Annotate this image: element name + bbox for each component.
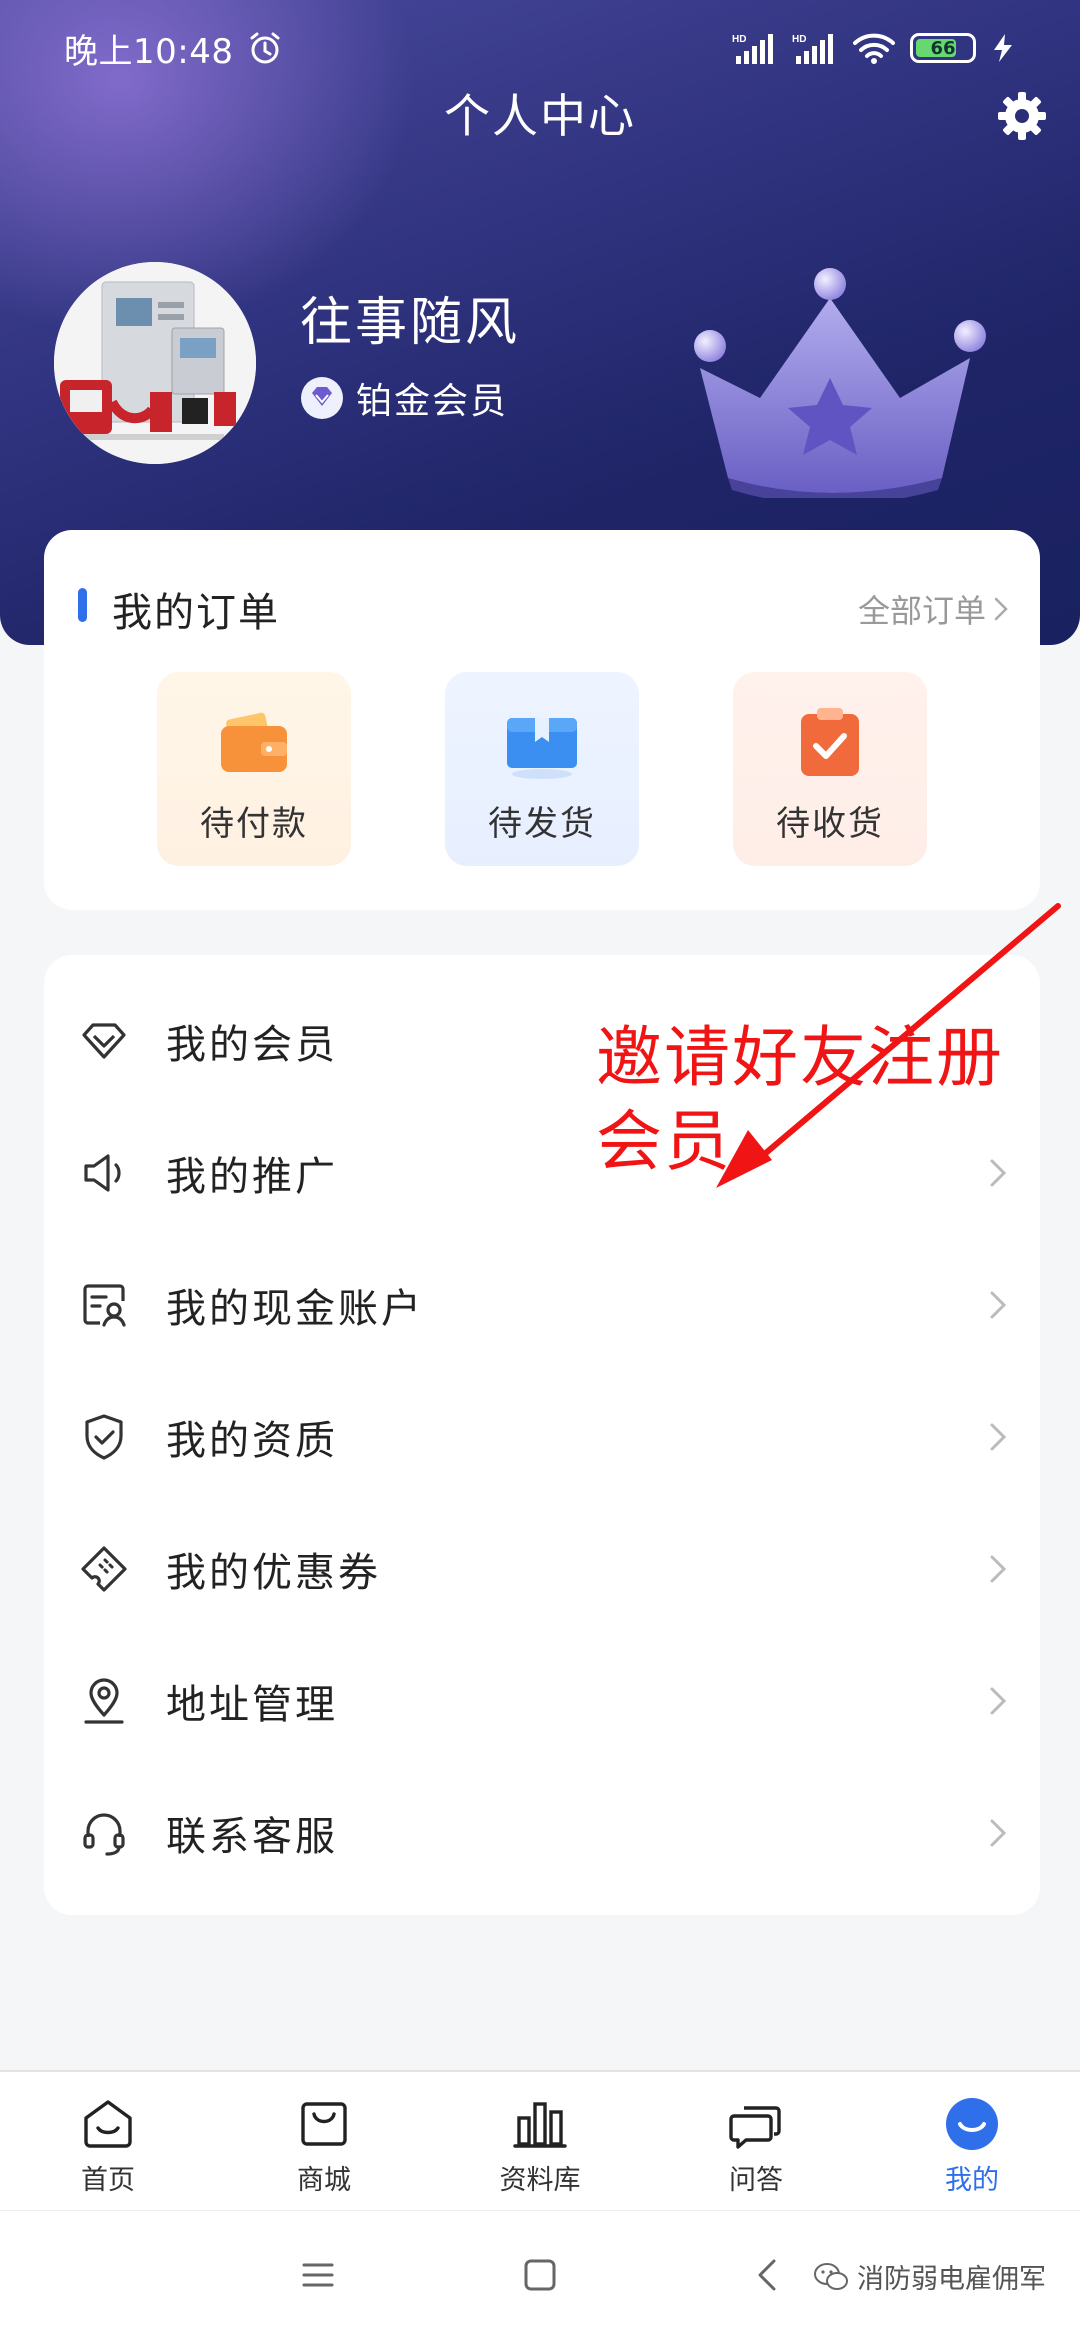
- crown-icon: [694, 268, 986, 498]
- annotation-line-2: 会员: [596, 1103, 732, 1180]
- order-tile-label: 待发货: [488, 804, 596, 844]
- order-tile-label: 待付款: [200, 804, 308, 844]
- tab-label: 问答: [729, 2165, 783, 2196]
- status-time: 晚上10:48: [64, 31, 234, 72]
- menu-item-cash-account[interactable]: 我的现金账户: [44, 1239, 1040, 1371]
- menu-item-qualification[interactable]: 我的资质: [44, 1371, 1040, 1503]
- tab-shop[interactable]: 商城: [216, 2072, 432, 2210]
- signal-icon: HD: [732, 34, 773, 64]
- chevron-right-icon: [990, 1555, 1007, 1583]
- order-tile-pending-receipt[interactable]: 待收货: [733, 672, 927, 866]
- chevron-right-icon: [990, 1423, 1007, 1451]
- menu-item-coupons[interactable]: 我的优惠券: [44, 1503, 1040, 1635]
- wallet-icon: [221, 712, 287, 772]
- watermark: 消防弱电雇佣军: [813, 2257, 1046, 2296]
- order-tile-pending-shipment[interactable]: 待发货: [445, 672, 639, 866]
- chevron-right-icon: [994, 597, 1008, 621]
- clipboard-check-icon: [801, 708, 859, 776]
- back-chevron-icon[interactable]: [748, 2255, 788, 2295]
- chevron-right-icon: [990, 1291, 1007, 1319]
- diamond-icon: [82, 1023, 126, 1059]
- settings-gear-icon[interactable]: [994, 88, 1050, 144]
- member-level-label: 铂金会员: [356, 381, 509, 422]
- order-tile-pending-payment[interactable]: 待付款: [157, 672, 351, 866]
- home-icon: [84, 2100, 132, 2148]
- network-label-2: HD: [792, 34, 806, 45]
- tab-library[interactable]: 资料库: [432, 2072, 648, 2210]
- orders-title: 我的订单: [112, 590, 280, 636]
- network-label-1: HD: [732, 34, 746, 45]
- wifi-icon: [853, 33, 895, 64]
- orders-card: 我的订单 全部订单 待付款 待发货 待收货: [44, 530, 1040, 910]
- watermark-text: 消防弱电雇佣军: [857, 2264, 1046, 2295]
- avatar-product-image: [54, 262, 256, 464]
- username: 往事随风: [300, 293, 521, 353]
- coupon-icon: [81, 1546, 127, 1592]
- menu-item-address[interactable]: 地址管理: [44, 1635, 1040, 1767]
- battery-level: 66: [930, 37, 956, 59]
- menu-item-label: 我的推广: [166, 1154, 338, 1200]
- tab-qa[interactable]: 问答: [648, 2072, 864, 2210]
- annotation-text: 邀请好友注册 会员: [596, 1016, 1056, 1184]
- bottom-tab-bar: 首页 商城 资料库 问答 我的: [0, 2070, 1080, 2210]
- platinum-diamond-icon: [301, 377, 343, 419]
- menu-item-label: 地址管理: [166, 1682, 338, 1728]
- page-title: 个人中心: [444, 89, 636, 143]
- all-orders-link[interactable]: 全部订单: [858, 586, 1010, 632]
- home-square-icon[interactable]: [520, 2255, 560, 2295]
- profile-icon: [946, 2098, 998, 2150]
- box-icon: [507, 718, 577, 779]
- tab-label: 首页: [81, 2165, 135, 2196]
- shield-check-icon: [85, 1414, 123, 1460]
- section-accent-bar: [78, 588, 87, 622]
- location-pin-icon: [84, 1678, 124, 1724]
- order-tile-label: 待收货: [776, 804, 884, 844]
- chat-icon: [729, 2106, 781, 2149]
- tab-mine[interactable]: 我的: [864, 2072, 1080, 2210]
- alarm-icon: [250, 32, 280, 64]
- headset-icon: [83, 1813, 125, 1856]
- battery-indicator: 66: [910, 33, 976, 63]
- chevron-right-icon: [990, 1819, 1007, 1847]
- tab-label: 商城: [297, 2165, 351, 2196]
- tab-label: 资料库: [499, 2165, 581, 2196]
- menu-item-label: 联系客服: [166, 1814, 338, 1860]
- menu-item-customer-service[interactable]: 联系客服: [44, 1767, 1040, 1899]
- menu-lines-icon[interactable]: [298, 2255, 338, 2295]
- wechat-icon: [814, 2262, 848, 2290]
- signal-icon-2: HD: [792, 34, 833, 64]
- annotation-line-1: 邀请好友注册: [596, 1019, 1004, 1096]
- tab-label: 我的: [945, 2165, 999, 2196]
- menu-item-label: 我的优惠券: [166, 1550, 381, 1596]
- chevron-right-icon: [990, 1687, 1007, 1715]
- menu-item-label: 我的会员: [166, 1022, 338, 1068]
- charging-icon: [994, 34, 1012, 62]
- member-level-badge[interactable]: 铂金会员: [300, 372, 508, 424]
- menu-item-label: 我的资质: [166, 1418, 338, 1464]
- all-orders-label: 全部订单: [857, 592, 986, 630]
- system-nav-bar: 消防弱电雇佣军: [0, 2210, 1080, 2340]
- shop-bag-icon: [301, 2102, 347, 2146]
- tab-home[interactable]: 首页: [0, 2072, 216, 2210]
- menu-item-label: 我的现金账户: [166, 1286, 424, 1332]
- orders-header: 我的订单 全部订单: [44, 580, 1040, 636]
- speaker-icon: [84, 1154, 121, 1192]
- account-card-icon: [83, 1284, 126, 1327]
- library-icon: [513, 2102, 567, 2148]
- avatar[interactable]: [54, 262, 256, 464]
